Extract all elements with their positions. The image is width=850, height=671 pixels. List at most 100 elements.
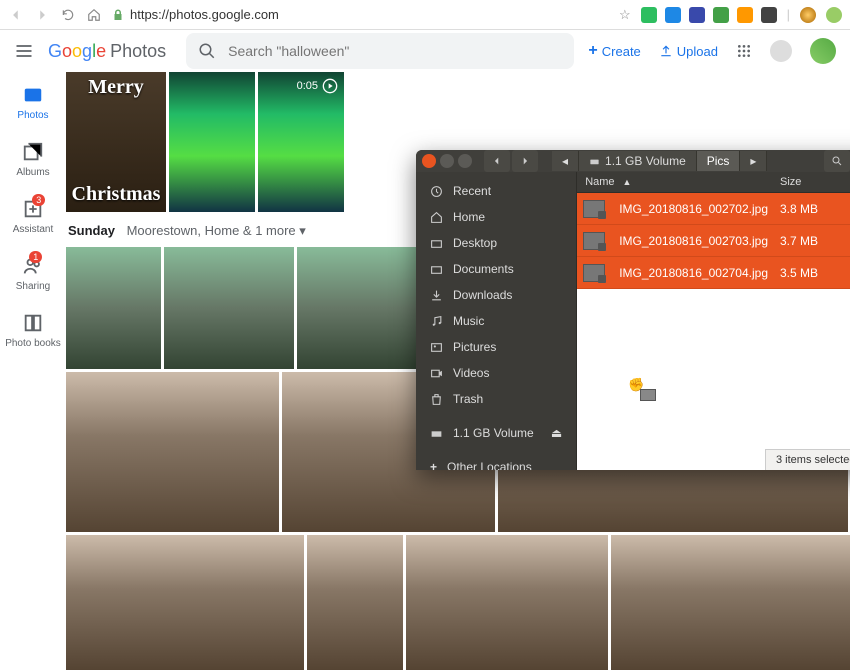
file-thumb-icon bbox=[583, 264, 605, 282]
apps-grid-icon[interactable] bbox=[736, 43, 752, 59]
video-duration: 0:05 bbox=[297, 80, 318, 92]
fm-file-row[interactable]: IMG_20180816_002703.jpg 3.7 MB 16 Aug bbox=[577, 225, 850, 257]
file-manager-window[interactable]: ◂ 1.1 GB Volume Pics ▸ bbox=[416, 150, 850, 470]
window-close-button[interactable] bbox=[422, 154, 436, 168]
photo-thumbnail[interactable] bbox=[66, 535, 304, 670]
fm-path-segment[interactable]: ◂ bbox=[552, 151, 579, 171]
fm-sidebar-item[interactable]: Desktop bbox=[416, 230, 576, 256]
trash-icon bbox=[430, 393, 443, 406]
sidebar-item-label: Sharing bbox=[16, 281, 50, 292]
fm-file-row[interactable]: IMG_20180816_002702.jpg 3.8 MB 16 Aug bbox=[577, 193, 850, 225]
fm-sidebar-item[interactable]: Recent bbox=[416, 178, 576, 204]
extension-icon[interactable] bbox=[761, 7, 777, 23]
fm-path-bar[interactable]: ◂ 1.1 GB Volume Pics ▸ bbox=[552, 151, 767, 171]
address-bar[interactable]: https://photos.google.com bbox=[112, 7, 609, 22]
file-name: IMG_20180816_002702.jpg bbox=[611, 198, 776, 220]
sidebar-item-photos[interactable]: Photos bbox=[17, 84, 48, 121]
photo-thumbnail[interactable] bbox=[66, 247, 161, 369]
clock-icon bbox=[430, 185, 443, 198]
create-button[interactable]: + Create bbox=[588, 42, 640, 60]
home-button[interactable] bbox=[86, 7, 102, 23]
app-sidebar: Photos Albums 3 Assistant 1 Sharing Phot… bbox=[0, 72, 66, 671]
albums-icon bbox=[22, 141, 44, 163]
fm-titlebar[interactable]: ◂ 1.1 GB Volume Pics ▸ bbox=[416, 150, 850, 172]
search-box[interactable] bbox=[186, 33, 574, 69]
fm-col-size[interactable]: Size bbox=[776, 172, 846, 192]
fm-path-segment[interactable]: ▸ bbox=[740, 151, 767, 171]
file-size: 3.5 MB bbox=[776, 262, 846, 284]
fm-sidebar-item[interactable]: Documents bbox=[416, 256, 576, 282]
fm-sidebar-item[interactable]: +Other Locations bbox=[416, 454, 576, 470]
reload-button[interactable] bbox=[60, 7, 76, 23]
extension-icon[interactable] bbox=[689, 7, 705, 23]
photo-thumbnail[interactable] bbox=[164, 247, 294, 369]
photos-icon bbox=[22, 84, 44, 106]
upload-button[interactable]: Upload bbox=[659, 44, 718, 59]
fm-sidebar-item[interactable]: Trash bbox=[416, 386, 576, 412]
fm-forward-button[interactable] bbox=[512, 150, 538, 172]
fm-col-modified[interactable]: Modified bbox=[846, 172, 850, 192]
file-size: 3.8 MB bbox=[776, 198, 846, 220]
file-name: IMG_20180816_002703.jpg bbox=[611, 230, 776, 252]
sidebar-item-assistant[interactable]: 3 Assistant bbox=[13, 198, 54, 235]
bookmark-star-icon[interactable]: ☆ bbox=[619, 7, 631, 23]
fm-sidebar-item[interactable]: Downloads bbox=[416, 282, 576, 308]
notifications-icon[interactable] bbox=[770, 40, 792, 62]
badge: 1 bbox=[29, 251, 42, 263]
upload-icon bbox=[659, 44, 673, 58]
fm-sidebar-item[interactable]: Music bbox=[416, 308, 576, 334]
photo-thumbnail[interactable] bbox=[66, 372, 279, 532]
fm-sidebar-item[interactable]: Pictures bbox=[416, 334, 576, 360]
fm-file-list: Name▲ Size Modified IMG_20180816_002702.… bbox=[577, 172, 850, 470]
eject-icon[interactable]: ⏏ bbox=[551, 426, 562, 440]
folder-icon bbox=[430, 263, 443, 276]
sidebar-item-sharing[interactable]: 1 Sharing bbox=[16, 255, 50, 292]
file-modified: 16 Aug bbox=[846, 230, 850, 252]
fm-sidebar-item[interactable]: Home bbox=[416, 204, 576, 230]
fm-sidebar-item[interactable]: Videos bbox=[416, 360, 576, 386]
fm-path-segment[interactable]: 1.1 GB Volume bbox=[579, 151, 697, 171]
photo-thumbnail[interactable]: Merry Christmas bbox=[66, 72, 166, 212]
sidebar-item-label: Albums bbox=[16, 167, 49, 178]
download-icon bbox=[430, 289, 443, 302]
forward-button[interactable] bbox=[34, 7, 50, 23]
play-icon bbox=[322, 78, 338, 94]
search-icon bbox=[198, 42, 216, 60]
window-maximize-button[interactable] bbox=[458, 154, 472, 168]
search-input[interactable] bbox=[228, 43, 562, 59]
photo-thumbnail[interactable] bbox=[307, 535, 403, 670]
photo-thumbnail[interactable]: 0:05 bbox=[258, 72, 344, 212]
extension-icon[interactable] bbox=[713, 7, 729, 23]
photo-caption: Merry bbox=[66, 76, 166, 99]
music-icon bbox=[430, 315, 443, 328]
fm-column-headers: Name▲ Size Modified bbox=[577, 172, 850, 193]
file-modified: 16 Aug bbox=[846, 262, 850, 284]
window-minimize-button[interactable] bbox=[440, 154, 454, 168]
sidebar-item-photobooks[interactable]: Photo books bbox=[5, 312, 61, 349]
fm-search-button[interactable] bbox=[824, 150, 850, 172]
extension-icons bbox=[641, 7, 777, 23]
sidebar-item-albums[interactable]: Albums bbox=[16, 141, 49, 178]
fm-col-name[interactable]: Name▲ bbox=[577, 172, 776, 192]
fm-file-row[interactable]: IMG_20180816_002704.jpg 3.5 MB 16 Aug bbox=[577, 257, 850, 289]
extension-icon[interactable] bbox=[641, 7, 657, 23]
photo-thumbnail[interactable] bbox=[611, 535, 850, 670]
back-button[interactable] bbox=[8, 7, 24, 23]
fm-back-button[interactable] bbox=[484, 150, 510, 172]
file-modified: 16 Aug bbox=[846, 198, 850, 220]
photo-thumbnail[interactable] bbox=[169, 72, 255, 212]
extension-icon[interactable] bbox=[737, 7, 753, 23]
create-label: Create bbox=[602, 44, 641, 59]
profile-icon[interactable] bbox=[800, 7, 816, 23]
fm-path-segment-current[interactable]: Pics bbox=[697, 151, 741, 171]
extension-icon[interactable] bbox=[665, 7, 681, 23]
pictures-icon bbox=[430, 341, 443, 354]
url-text: https://photos.google.com bbox=[130, 7, 279, 22]
upload-label: Upload bbox=[677, 44, 718, 59]
app-logo[interactable]: Google Photos bbox=[48, 41, 166, 62]
menu-button[interactable] bbox=[14, 41, 34, 61]
profile-icon[interactable] bbox=[826, 7, 842, 23]
fm-sidebar-item-volume[interactable]: 1.1 GB Volume⏏ bbox=[416, 420, 576, 446]
account-avatar[interactable] bbox=[810, 38, 836, 64]
photo-thumbnail[interactable] bbox=[406, 535, 609, 670]
